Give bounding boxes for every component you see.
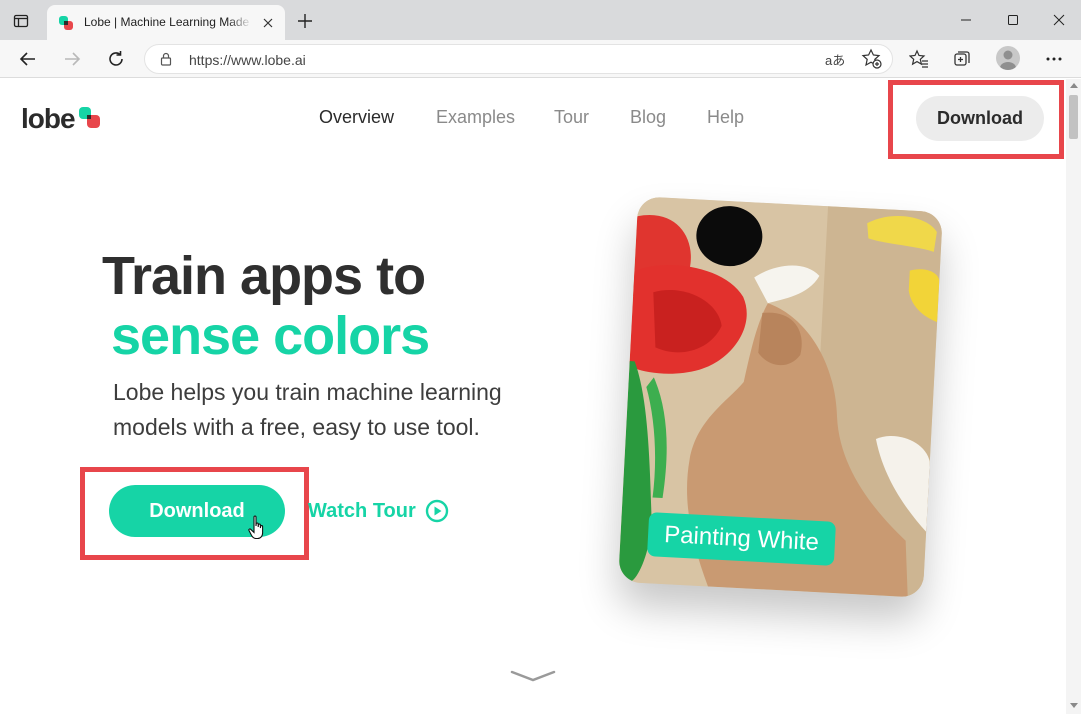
nav-tour[interactable]: Tour [554, 107, 589, 128]
scroll-thumb[interactable] [1069, 95, 1078, 139]
refresh-icon[interactable] [102, 45, 130, 73]
profile-icon[interactable] [996, 46, 1020, 70]
lock-icon[interactable] [159, 52, 173, 66]
play-icon [425, 499, 449, 523]
chevron-down-icon[interactable] [510, 669, 556, 683]
lobe-logo-icon [78, 106, 102, 130]
favorites-icon[interactable] [905, 45, 933, 73]
browser-tab[interactable]: Lobe | Machine Learning Made Easy [47, 5, 285, 40]
scroll-down-icon[interactable] [1070, 703, 1078, 708]
hero-title-line2: sense colors [111, 306, 430, 366]
sidebar-icon[interactable] [10, 10, 32, 32]
nav-blog[interactable]: Blog [630, 107, 666, 128]
highlight-box-hero [80, 467, 309, 560]
minimize-icon[interactable] [951, 6, 981, 34]
tab-title: Lobe | Machine Learning Made Easy [84, 15, 252, 29]
watch-tour-label: Watch Tour [308, 499, 416, 522]
forward-icon[interactable] [58, 45, 86, 73]
back-icon[interactable] [14, 45, 42, 73]
tab-bar: Lobe | Machine Learning Made Easy [0, 0, 1081, 40]
nav-help[interactable]: Help [707, 107, 744, 128]
url-text[interactable]: https://www.lobe.ai [189, 52, 306, 68]
scroll-up-icon[interactable] [1070, 83, 1078, 88]
lobe-logo[interactable]: lobe [21, 103, 102, 135]
page-scrollbar[interactable] [1066, 79, 1081, 714]
close-icon[interactable] [259, 14, 277, 32]
highlight-box-header [888, 80, 1064, 159]
watch-tour-link[interactable]: Watch Tour [308, 499, 449, 523]
page-content: lobe Overview Examples Tour Blog Help Do… [0, 79, 1066, 714]
maximize-icon[interactable] [998, 6, 1028, 34]
hand-cursor-icon [248, 515, 268, 541]
close-window-icon[interactable] [1044, 6, 1074, 34]
add-favorite-icon[interactable] [861, 48, 883, 70]
nav-overview[interactable]: Overview [319, 107, 394, 128]
plus-icon[interactable] [294, 10, 316, 32]
read-aloud-icon[interactable]: aあ [825, 50, 845, 69]
nav-examples[interactable]: Examples [436, 107, 515, 128]
browser-toolbar: https://www.lobe.ai aあ [0, 40, 1081, 78]
hero-subtitle: Lobe helps you train machine learning mo… [113, 379, 502, 440]
collections-icon[interactable] [948, 45, 976, 73]
logo-text: lobe [21, 103, 76, 134]
address-bar[interactable]: https://www.lobe.ai aあ [144, 44, 893, 74]
hero-title-line1: Train apps to [102, 246, 426, 306]
more-icon[interactable] [1040, 45, 1068, 73]
lobe-favicon [58, 15, 74, 31]
